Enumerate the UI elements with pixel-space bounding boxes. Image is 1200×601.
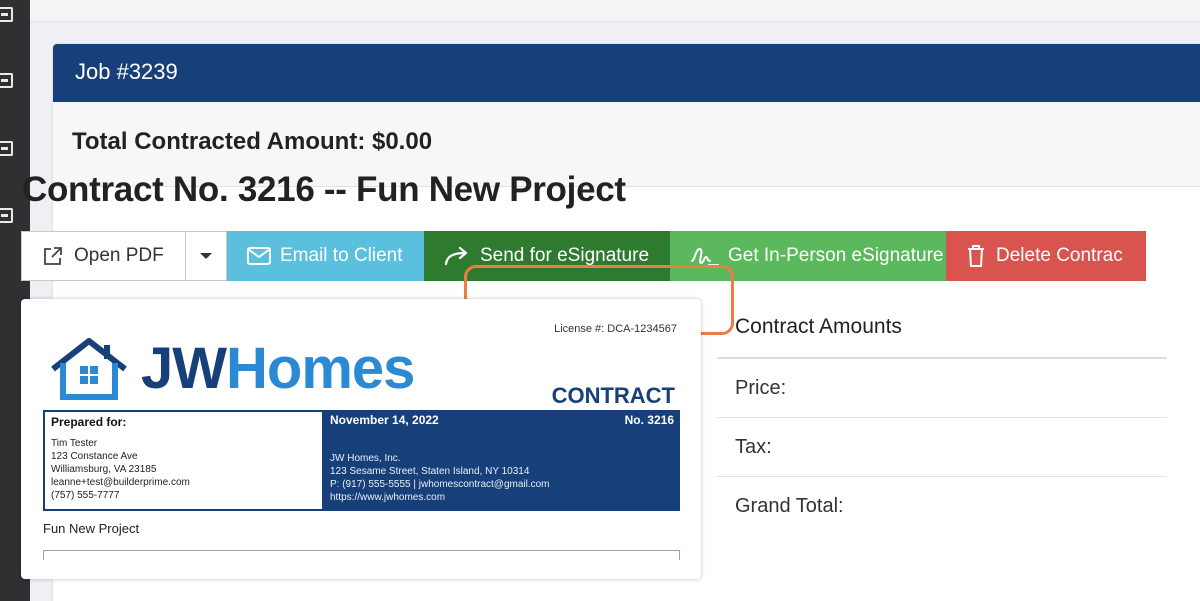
project-name: Fun New Project bbox=[43, 521, 140, 536]
open-pdf-label: Open PDF bbox=[74, 245, 164, 266]
contract-number: No. 3216 bbox=[624, 413, 674, 427]
send-esignature-label: Send for eSignature bbox=[480, 245, 650, 266]
contract-date: November 14, 2022 bbox=[330, 413, 439, 427]
client-email: leanne+test@builderprime.com bbox=[51, 477, 190, 488]
tax-row: Tax: bbox=[717, 418, 1167, 477]
contract-amounts-header: Contract Amounts bbox=[717, 299, 1167, 359]
company-name: JW Homes, Inc. bbox=[330, 453, 401, 464]
pdf-options-dropdown[interactable] bbox=[186, 231, 227, 281]
company-website: https://www.jwhomes.com bbox=[330, 492, 446, 503]
logo-jw: JW bbox=[141, 336, 227, 401]
client-city: Williamsburg, VA 23185 bbox=[51, 464, 157, 475]
house-icon bbox=[49, 337, 129, 401]
contract-title: Contract No. 3216 -- Fun New Project bbox=[22, 170, 626, 209]
open-pdf-button[interactable]: Open PDF bbox=[21, 231, 186, 281]
chevron-down-icon bbox=[200, 253, 212, 259]
company-address: 123 Sesame Street, Staten Island, NY 103… bbox=[330, 466, 530, 477]
prepared-for-title: Prepared for: bbox=[51, 415, 127, 429]
expand-icon[interactable] bbox=[0, 208, 13, 223]
contract-label: CONTRACT bbox=[551, 383, 675, 408]
prepared-for-box: Prepared for: Tim Tester 123 Constance A… bbox=[43, 410, 324, 511]
price-row: Price: bbox=[717, 359, 1167, 418]
email-client-button[interactable]: Email to Client bbox=[227, 231, 424, 281]
document-section-box bbox=[43, 550, 680, 560]
job-title: Job #3239 bbox=[75, 59, 178, 84]
expand-icon[interactable] bbox=[0, 73, 13, 88]
share-arrow-icon bbox=[444, 246, 470, 266]
envelope-icon bbox=[247, 247, 271, 265]
client-phone: (757) 555-7777 bbox=[51, 490, 120, 501]
delete-contract-button[interactable]: Delete Contrac bbox=[946, 231, 1146, 281]
delete-contract-label: Delete Contrac bbox=[996, 245, 1123, 266]
grand-total-row: Grand Total: bbox=[735, 495, 844, 517]
contract-amounts-panel: Contract Amounts Price: Tax: Grand Total… bbox=[717, 299, 1167, 536]
total-contracted-amount: Total Contracted Amount: $0.00 bbox=[72, 128, 433, 155]
license-number: License #: DCA-1234567 bbox=[554, 323, 677, 335]
client-street: 123 Constance Ave bbox=[51, 451, 138, 462]
logo-homes: Homes bbox=[226, 336, 415, 401]
signature-icon bbox=[690, 245, 720, 267]
company-contact: P: (917) 555-5555 | jwhomescontract@gmai… bbox=[330, 479, 550, 490]
expand-icon[interactable] bbox=[0, 141, 13, 156]
top-bar bbox=[30, 0, 1200, 22]
job-header: Job #3239 bbox=[53, 44, 1200, 102]
external-link-icon bbox=[42, 245, 64, 267]
email-client-label: Email to Client bbox=[280, 245, 403, 266]
company-info-box: November 14, 2022 No. 3216 JW Homes, Inc… bbox=[324, 410, 680, 511]
contract-document-preview[interactable]: License #: DCA-1234567 JWHomes CONTRACT … bbox=[21, 299, 701, 579]
client-name: Tim Tester bbox=[51, 438, 98, 449]
in-person-esignature-label: Get In-Person eSignature bbox=[728, 245, 944, 266]
trash-icon bbox=[966, 244, 986, 268]
company-logo: JWHomes bbox=[49, 336, 415, 401]
expand-icon[interactable] bbox=[0, 7, 13, 22]
